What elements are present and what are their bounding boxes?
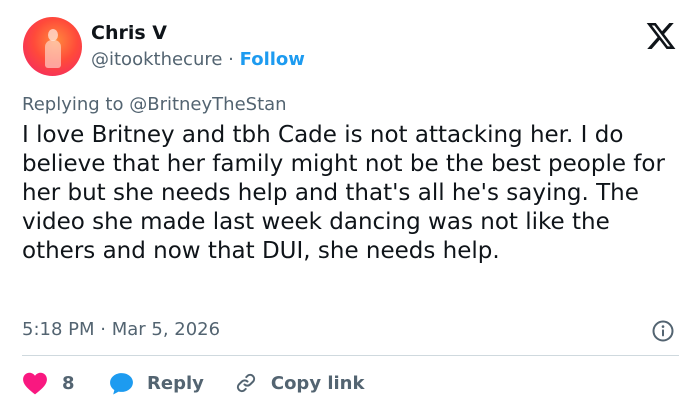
avatar[interactable] bbox=[23, 17, 82, 76]
copy-link-label: Copy link bbox=[270, 372, 365, 394]
action-bar: 8 Reply Copy link bbox=[22, 369, 364, 397]
heart-icon bbox=[23, 372, 47, 395]
tweet-text: I love Britney and tbh Cade is not attac… bbox=[22, 122, 665, 264]
copy-link-button[interactable]: Copy link bbox=[204, 371, 365, 395]
author-handle[interactable]: @itookthecure bbox=[91, 49, 222, 70]
reply-label: Reply bbox=[147, 372, 204, 394]
replying-prefix: Replying to bbox=[22, 94, 124, 115]
meta-separator: · bbox=[228, 49, 234, 70]
replying-to-handle[interactable]: @BritneyTheStan bbox=[129, 94, 286, 115]
divider bbox=[22, 355, 679, 356]
reply-bubble-icon bbox=[110, 372, 133, 395]
info-icon[interactable] bbox=[651, 319, 675, 343]
replying-to-line: Replying to @BritneyTheStan bbox=[22, 94, 287, 115]
author-name[interactable]: Chris V bbox=[91, 22, 167, 44]
like-button[interactable]: 8 bbox=[22, 371, 108, 395]
x-logo-icon[interactable] bbox=[644, 20, 678, 52]
avatar-figure bbox=[44, 29, 62, 68]
author-meta: @itookthecure · Follow bbox=[91, 49, 305, 70]
follow-button[interactable]: Follow bbox=[240, 49, 305, 70]
timestamp[interactable]: 5:18 PM · Mar 5, 2026 bbox=[22, 319, 220, 340]
reply-button[interactable]: Reply bbox=[108, 371, 204, 396]
link-icon bbox=[236, 373, 255, 393]
like-count: 8 bbox=[62, 372, 75, 394]
